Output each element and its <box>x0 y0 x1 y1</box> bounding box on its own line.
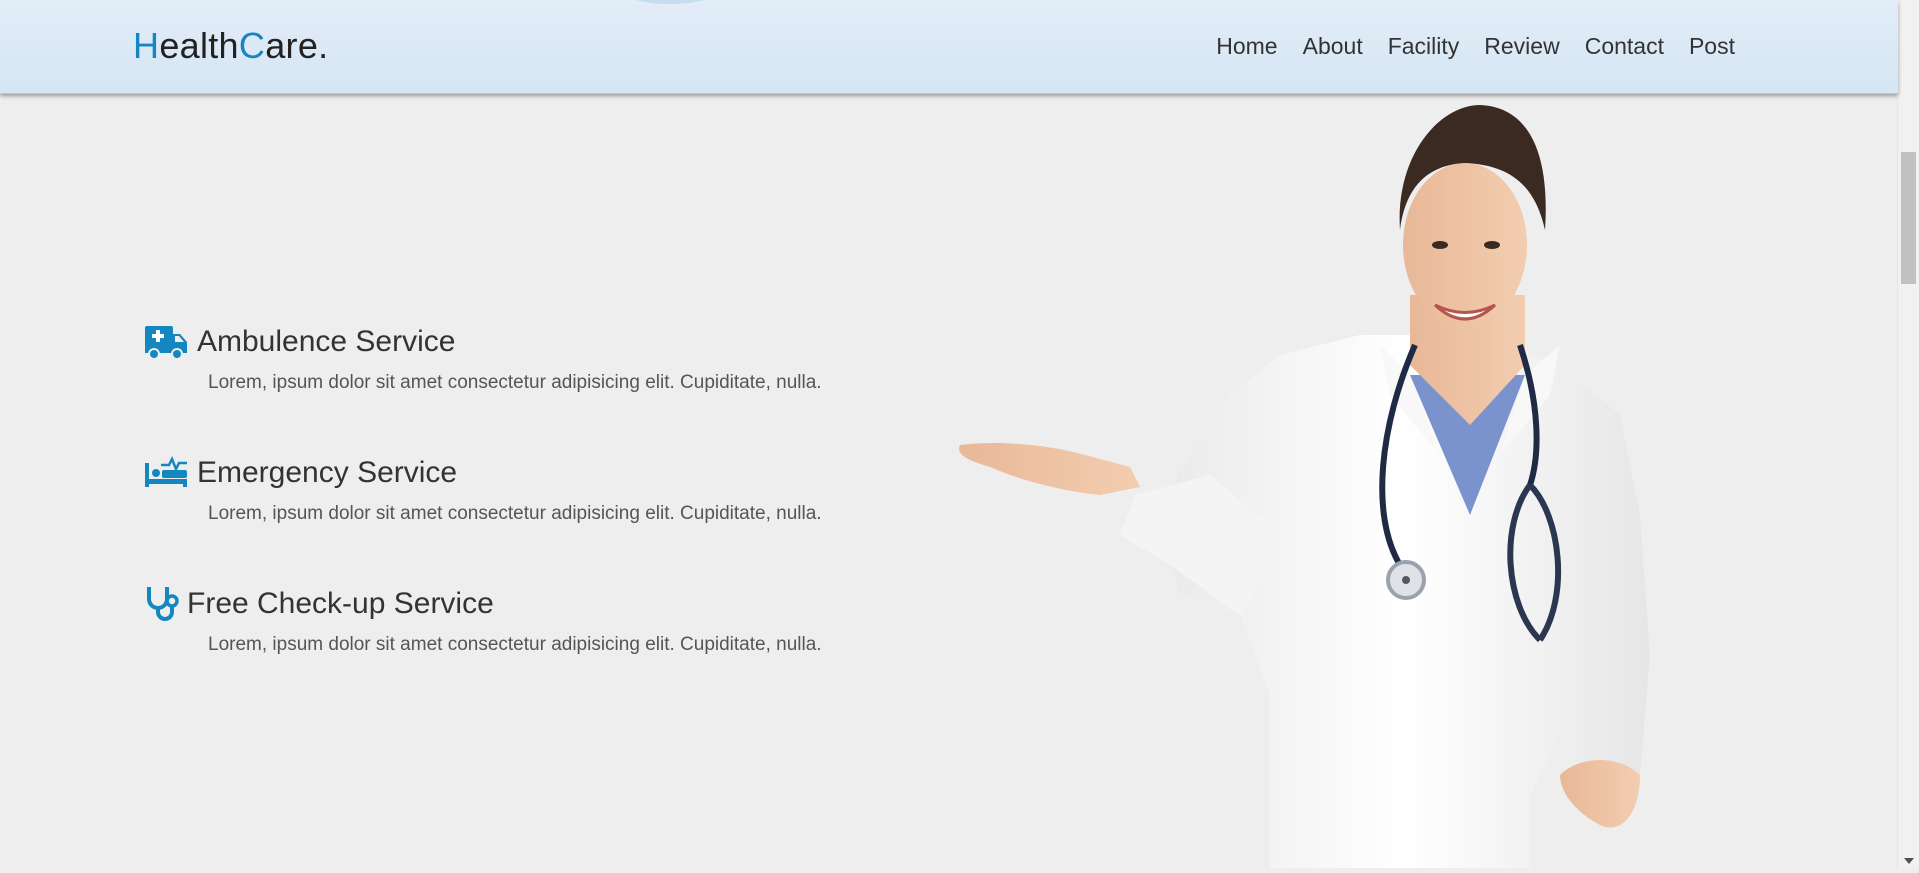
nav-post[interactable]: Post <box>1689 33 1735 60</box>
header: HealthCare. Home About Facility Review C… <box>0 0 1898 94</box>
service-emergency: Emergency Service Lorem, ipsum dolor sit… <box>143 453 822 525</box>
logo-letter-h: H <box>133 25 160 66</box>
procedures-icon <box>143 453 189 493</box>
logo-text-1: ealth <box>159 25 239 66</box>
header-decor <box>610 0 730 4</box>
stethoscope-icon <box>143 584 183 624</box>
nav-facility[interactable]: Facility <box>1388 33 1460 60</box>
service-title: Free Check-up Service <box>187 587 494 620</box>
service-title: Ambulence Service <box>197 325 456 358</box>
service-description: Lorem, ipsum dolor sit amet consectetur … <box>208 503 822 524</box>
service-ambulance: Ambulence Service Lorem, ipsum dolor sit… <box>143 322 822 394</box>
scroll-thumb[interactable] <box>1901 152 1916 284</box>
logo-text-2: are. <box>265 25 329 66</box>
service-title: Emergency Service <box>197 456 458 489</box>
doctor-image <box>940 95 1770 868</box>
scroll-down-arrow-icon[interactable] <box>1904 858 1914 864</box>
nav-review[interactable]: Review <box>1484 33 1559 60</box>
nav-contact[interactable]: Contact <box>1585 33 1664 60</box>
service-checkup: Free Check-up Service Lorem, ipsum dolor… <box>143 584 822 656</box>
ambulance-icon <box>143 322 189 362</box>
nav-about[interactable]: About <box>1303 33 1363 60</box>
scrollbar[interactable] <box>1897 0 1919 868</box>
logo[interactable]: HealthCare. <box>133 25 328 67</box>
logo-letter-c: C <box>238 25 266 66</box>
nav-home[interactable]: Home <box>1216 33 1277 60</box>
service-description: Lorem, ipsum dolor sit amet consectetur … <box>208 634 822 655</box>
main-nav: Home About Facility Review Contact Post <box>1216 33 1735 60</box>
service-description: Lorem, ipsum dolor sit amet consectetur … <box>208 372 822 393</box>
